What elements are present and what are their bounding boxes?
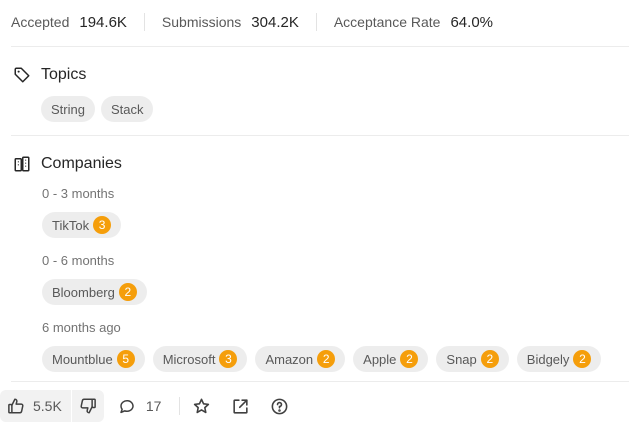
count-badge: 2 [118, 283, 137, 301]
company-name: TikTok [52, 217, 90, 233]
company-tag-microsoft[interactable]: Microsoft 3 [152, 346, 248, 372]
like-count: 5.5K [33, 398, 62, 414]
topics-section: Topics String Stack [11, 64, 629, 122]
help-button[interactable] [270, 397, 289, 416]
topic-tag-stack[interactable]: Stack [100, 96, 154, 122]
topics-header[interactable]: Topics [11, 64, 629, 86]
count-badge: 2 [480, 350, 499, 368]
stat-divider [315, 13, 317, 31]
company-name: Snap [446, 351, 477, 367]
count-badge: 2 [400, 350, 419, 368]
companies-title: Companies [41, 155, 122, 172]
topic-tags: String Stack [41, 96, 629, 122]
company-tags: Bloomberg 2 [42, 279, 629, 305]
section-divider [11, 381, 629, 382]
star-icon [192, 397, 211, 416]
count-badge: 5 [116, 350, 135, 368]
company-name: Bidgely [526, 351, 570, 367]
vote-group: 5.5K [0, 390, 104, 422]
count-badge: 2 [573, 350, 592, 368]
submissions-label: Submissions [161, 14, 242, 30]
topic-tag-string[interactable]: String [41, 96, 95, 122]
action-bar: 5.5K 17 [0, 390, 289, 422]
company-tag-apple[interactable]: Apple 2 [353, 346, 429, 372]
period-label: 0 - 6 months [42, 253, 115, 268]
company-tags: TikTok 3 [42, 212, 629, 238]
companies-section: Companies 0 - 3 months TikTok 3 0 - 6 mo… [11, 153, 629, 372]
count-badge: 3 [93, 216, 112, 234]
company-name: Amazon [265, 351, 314, 367]
favorite-button[interactable] [192, 397, 211, 416]
companies-header[interactable]: Companies [11, 153, 629, 175]
acceptance-rate-stat: Acceptance Rate 64.0% [334, 14, 493, 31]
accepted-value: 194.6K [79, 13, 127, 31]
comment-count: 17 [145, 398, 162, 414]
submissions-stat: Submissions 304.2K [162, 14, 299, 31]
accepted-stat: Accepted 194.6K [11, 14, 127, 31]
accepted-label: Accepted [11, 14, 70, 30]
company-groups: 0 - 3 months TikTok 3 0 - 6 months Bloom… [42, 185, 629, 372]
stat-divider [143, 13, 145, 31]
company-tags: Mountblue 5 Microsoft 3 Amazon 2 Apple 2… [42, 346, 629, 372]
acceptance-rate-label: Acceptance Rate [333, 14, 441, 30]
company-name: Apple [363, 351, 397, 367]
share-button[interactable] [231, 397, 250, 416]
company-tag-amazon[interactable]: Amazon 2 [255, 346, 346, 372]
help-icon [270, 397, 289, 416]
section-divider [11, 135, 629, 136]
like-button[interactable]: 5.5K [0, 390, 71, 422]
company-tag-snap[interactable]: Snap 2 [436, 346, 509, 372]
period-label: 0 - 3 months [42, 186, 115, 201]
acceptance-rate-value: 64.0% [450, 13, 494, 31]
company-name: Bloomberg [52, 284, 115, 300]
thumbs-down-icon [79, 397, 97, 415]
company-name: Microsoft [162, 351, 216, 367]
company-tag-mountblue[interactable]: Mountblue 5 [42, 346, 145, 372]
company-tag-tiktok[interactable]: TikTok 3 [42, 212, 122, 238]
count-badge: 2 [317, 350, 336, 368]
footer-divider [179, 397, 181, 415]
share-icon [231, 397, 250, 416]
topics-title: Topics [41, 66, 87, 83]
dislike-button[interactable] [72, 390, 104, 422]
comment-icon [118, 397, 136, 415]
thumbs-up-icon [7, 397, 25, 415]
submissions-value: 304.2K [251, 13, 299, 31]
section-divider [11, 46, 629, 47]
tag-icon [12, 65, 32, 85]
count-badge: 3 [219, 350, 238, 368]
period-label: 6 months ago [42, 320, 121, 335]
building-icon [12, 154, 32, 174]
stats-bar: Accepted 194.6K Submissions 304.2K Accep… [11, 12, 493, 32]
company-tag-bloomberg[interactable]: Bloomberg 2 [42, 279, 147, 305]
company-name: Mountblue [52, 351, 113, 367]
comments-button[interactable]: 17 [118, 397, 162, 415]
company-tag-bidgely[interactable]: Bidgely 2 [516, 346, 602, 372]
